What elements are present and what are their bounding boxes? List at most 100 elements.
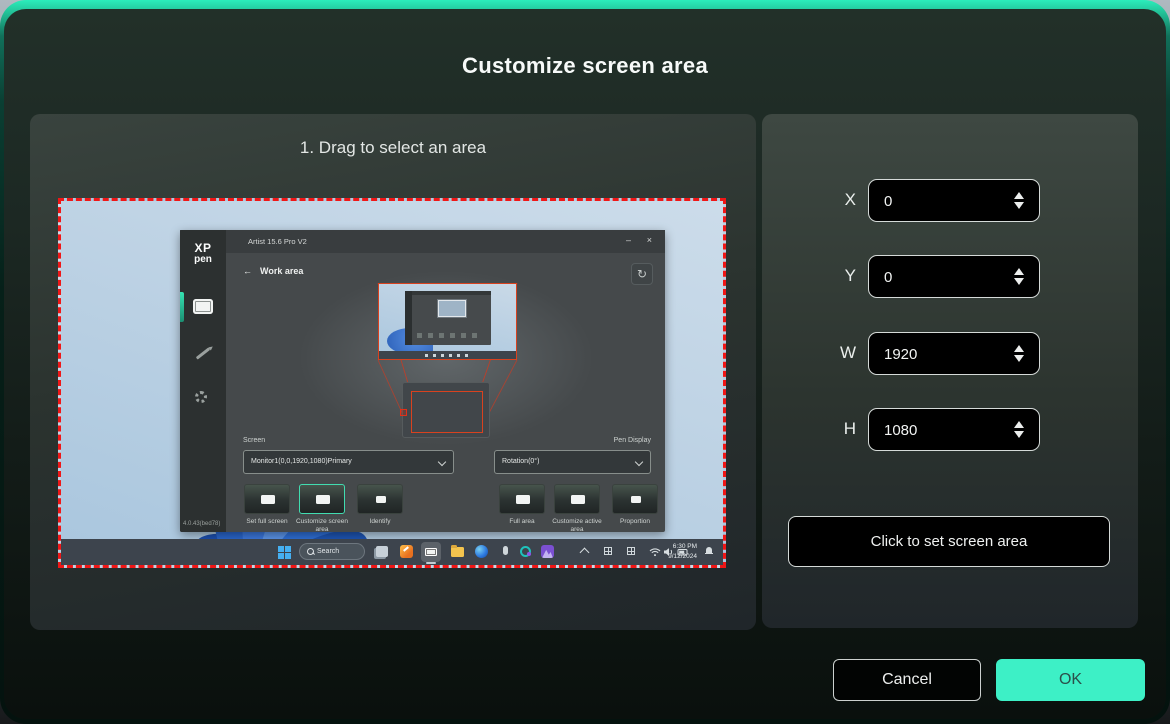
stepper-down-icon[interactable] — [1014, 431, 1024, 438]
paint-app-icon — [397, 542, 417, 562]
sidebar-item-workarea — [180, 292, 226, 322]
button-label: Set full screen — [236, 518, 298, 526]
gear-icon — [195, 391, 207, 403]
screen-label: Screen — [243, 437, 265, 444]
stepper-down-icon[interactable] — [1014, 202, 1024, 209]
app-content: ←Work area ↻ — [226, 253, 665, 532]
close-icon: × — [647, 235, 652, 245]
chevron-down-icon — [635, 458, 643, 466]
time-text: 6:30 PM — [645, 542, 697, 552]
x-field-row: X — [820, 178, 1070, 222]
tablet-device-preview — [402, 382, 490, 438]
active-accent-bar — [180, 292, 184, 322]
h-stepper — [1008, 409, 1030, 450]
full-area-button — [499, 484, 545, 514]
monitor-rect-icon — [571, 495, 585, 504]
search-pill: Search — [299, 543, 365, 560]
xppen-app-window: Artist 15.6 Pro V2 – × XP pen — [180, 230, 665, 532]
ok-button[interactable]: OK — [996, 659, 1145, 701]
mini-taskbar-icons — [425, 354, 473, 357]
button-label: Full area — [491, 518, 553, 526]
monitor-rect-icon — [516, 495, 530, 504]
tray-apps-grid-icon — [604, 547, 612, 555]
tablet-active-area — [411, 391, 483, 433]
coordinates-panel: X Y — [762, 114, 1138, 628]
app-title: Artist 15.6 Pro V2 — [248, 237, 307, 246]
screen-preview-drag-area[interactable]: Artist 15.6 Pro V2 – × XP pen — [58, 198, 726, 568]
paint-icon — [400, 545, 413, 558]
stepper-up-icon[interactable] — [1014, 345, 1024, 352]
h-spinbox — [868, 408, 1040, 451]
y-stepper — [1008, 256, 1030, 297]
tray-task-grid-icon — [627, 547, 635, 555]
stepper-down-icon[interactable] — [1014, 278, 1024, 285]
instruction-text: 1. Drag to select an area — [30, 138, 756, 158]
h-input[interactable] — [882, 409, 996, 452]
folder-icon — [451, 547, 464, 557]
photos-app-icon — [538, 542, 558, 562]
y-input[interactable] — [882, 256, 996, 299]
button-label: Customize screen area — [291, 518, 353, 532]
set-screen-area-button[interactable]: Click to set screen area — [788, 516, 1110, 567]
button-label: Identify — [349, 518, 411, 526]
x-spinbox — [868, 179, 1040, 222]
mini-titlebar — [405, 291, 491, 295]
w-stepper — [1008, 333, 1030, 374]
xppen-driver-app-icon — [421, 542, 441, 562]
windows-logo-icon — [278, 546, 291, 559]
search-icon — [307, 548, 314, 555]
w-field-row: W — [820, 331, 1070, 375]
edge-app-icon — [472, 542, 492, 562]
tablet-icon — [193, 299, 213, 314]
screen: Customize screen area 1. Drag to select … — [0, 0, 1170, 724]
monitor-map-preview — [378, 283, 517, 360]
w-spinbox — [868, 332, 1040, 375]
sidebar-item-pen — [180, 340, 226, 370]
chevron-down-icon — [438, 458, 446, 466]
stepper-up-icon[interactable] — [1014, 192, 1024, 199]
pen-icon — [196, 347, 210, 359]
rotation-select-value: Rotation(0°) — [502, 458, 539, 465]
h-label: H — [820, 419, 856, 439]
identify-icon — [376, 496, 386, 503]
start-icon — [274, 542, 294, 562]
y-label: Y — [820, 266, 856, 286]
pen-display-label: Pen Display — [614, 437, 651, 444]
app-titlebar: Artist 15.6 Pro V2 – × — [180, 230, 665, 253]
button-label: Customize active area — [546, 518, 608, 532]
dialog-body: Customize screen area 1. Drag to select … — [4, 9, 1166, 719]
app-sidebar: XP pen — [180, 230, 226, 532]
y-field-row: Y — [820, 254, 1070, 298]
proportion-button — [612, 484, 658, 514]
rotation-select: Rotation(0°) — [494, 450, 651, 474]
button-label: Proportion — [604, 518, 665, 526]
x-stepper — [1008, 180, 1030, 221]
customize-active-area-button — [554, 484, 600, 514]
files-app-icon — [373, 542, 393, 562]
photos-icon — [541, 545, 554, 558]
loop-app-icon — [516, 542, 536, 562]
monitor-select-value: Monitor1(0,0,1920,1080)Primary — [251, 458, 352, 465]
tray-chevron-up-icon — [580, 548, 590, 558]
stepper-down-icon[interactable] — [1014, 355, 1024, 362]
mic-app-icon — [496, 542, 516, 562]
w-input[interactable] — [882, 333, 996, 376]
minimize-icon: – — [626, 235, 631, 245]
mini-taskbar — [379, 351, 516, 359]
loop-icon — [520, 546, 531, 557]
cancel-button[interactable]: Cancel — [833, 659, 981, 701]
x-input[interactable] — [882, 180, 996, 223]
stepper-up-icon[interactable] — [1014, 421, 1024, 428]
mic-icon — [503, 546, 508, 555]
tablet-corner-marker — [400, 409, 407, 416]
customize-screen-area-button — [299, 484, 345, 514]
mini-button-row — [417, 333, 483, 338]
dialog-title: Customize screen area — [4, 53, 1166, 79]
h-field-row: H — [820, 407, 1070, 451]
drag-select-panel: 1. Drag to select an area — [30, 114, 756, 630]
stepper-up-icon[interactable] — [1014, 268, 1024, 275]
proportion-icon — [631, 496, 641, 503]
explorer-app-icon — [448, 542, 468, 562]
mini-monitor-thumb — [438, 300, 466, 317]
taskbar-clock: 6:30 PM 9/12/2024 — [645, 542, 697, 562]
